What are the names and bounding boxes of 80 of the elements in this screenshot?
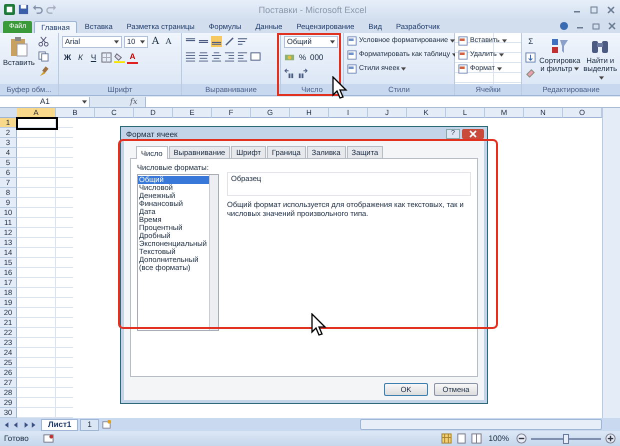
close-icon[interactable]	[607, 21, 617, 32]
table-icon	[347, 50, 357, 60]
save-icon[interactable]	[18, 4, 29, 16]
merge-cells-icon[interactable]	[250, 50, 261, 62]
font-color-button[interactable]: A	[127, 52, 138, 64]
caret-icon	[502, 38, 507, 43]
eraser-icon[interactable]	[525, 66, 536, 78]
caret-icon	[574, 67, 580, 72]
shrink-font-button[interactable]: A	[163, 36, 174, 48]
caret-icon	[114, 40, 119, 44]
italic-button[interactable]: К	[75, 52, 86, 64]
thousands-button[interactable]: 000	[310, 52, 324, 64]
caret-icon	[496, 66, 502, 71]
highlight-frame	[277, 33, 341, 96]
caret-icon	[401, 66, 406, 71]
help-icon[interactable]	[559, 21, 569, 32]
align-lines-icon[interactable]	[211, 50, 222, 62]
status-text: Готово	[4, 434, 29, 444]
indent-icon[interactable]	[237, 50, 248, 62]
table-icon	[347, 64, 357, 74]
cell-grid[interactable]	[17, 118, 73, 418]
copy-icon[interactable]	[38, 50, 49, 62]
insert-function-button[interactable]: fx	[90, 97, 146, 106]
horizontal-scrollbar[interactable]	[360, 419, 602, 430]
caret-icon	[330, 40, 335, 44]
normal-view-icon[interactable]	[440, 433, 452, 444]
insert-sheet-icon[interactable]	[100, 419, 112, 430]
dialog-title: Формат ячеек	[125, 130, 178, 138]
autosum-button[interactable]: Σ	[525, 36, 536, 48]
zoom-level[interactable]: 100%	[488, 434, 509, 444]
caret-icon	[82, 100, 87, 104]
caret-icon	[450, 38, 456, 43]
table-icon	[458, 64, 468, 74]
brush-icon[interactable]	[38, 66, 49, 77]
zoom-out-icon[interactable]	[516, 433, 527, 444]
close-icon	[469, 130, 477, 138]
formula-input[interactable]	[145, 96, 620, 106]
increase-decimal-icon[interactable]	[284, 68, 295, 79]
window-title: Поставки - Microsoft Excel	[258, 4, 368, 15]
align-lines-icon[interactable]	[185, 50, 196, 62]
undo-icon[interactable]	[32, 4, 43, 16]
page-break-icon[interactable]	[470, 433, 482, 444]
active-cell[interactable]	[16, 117, 58, 130]
spreadsheet-icon[interactable]	[4, 4, 15, 16]
sheet-tab[interactable]: Лист1	[41, 418, 78, 431]
underline-button[interactable]: Ч	[88, 52, 99, 64]
table-icon	[458, 36, 468, 46]
caret-icon	[498, 52, 504, 57]
table-icon	[458, 50, 468, 60]
restore-icon[interactable]	[591, 21, 601, 32]
align-lines-icon[interactable]	[211, 36, 222, 47]
mouse-pointer-icon	[311, 313, 327, 337]
macro-record-icon[interactable]	[42, 433, 54, 444]
zoom-thumb[interactable]	[563, 434, 569, 444]
name-box[interactable]: A1	[0, 96, 90, 106]
text-angle-icon[interactable]	[224, 36, 235, 47]
close-button[interactable]	[462, 129, 484, 139]
indent-icon[interactable]	[224, 50, 235, 62]
bold-button[interactable]: Ж	[62, 52, 73, 64]
borders-icon[interactable]	[101, 52, 112, 64]
align-lines-icon[interactable]	[198, 50, 209, 62]
caret-icon	[140, 40, 145, 44]
zoom-in-icon[interactable]	[605, 433, 616, 444]
maximize-icon[interactable]	[589, 4, 599, 15]
wrap-text-icon[interactable]	[237, 36, 248, 47]
mouse-pointer-icon	[332, 76, 348, 100]
page-layout-icon[interactable]	[456, 433, 467, 444]
scissors-icon[interactable]	[38, 36, 49, 47]
caret-icon	[598, 76, 604, 80]
list-scrollbar[interactable]	[209, 175, 218, 330]
grow-font-button[interactable]: A	[150, 36, 161, 48]
clipboard-icon	[8, 36, 29, 58]
close-icon[interactable]	[606, 4, 616, 15]
percent-button[interactable]: %	[297, 52, 308, 64]
fill-color-icon[interactable]	[114, 52, 125, 64]
table-icon	[347, 36, 357, 46]
decrease-decimal-icon[interactable]	[297, 68, 308, 79]
sheet-tab[interactable]: 1	[80, 418, 99, 431]
fill-down-icon[interactable]	[525, 52, 536, 63]
vertical-scrollbar[interactable]	[602, 108, 620, 418]
